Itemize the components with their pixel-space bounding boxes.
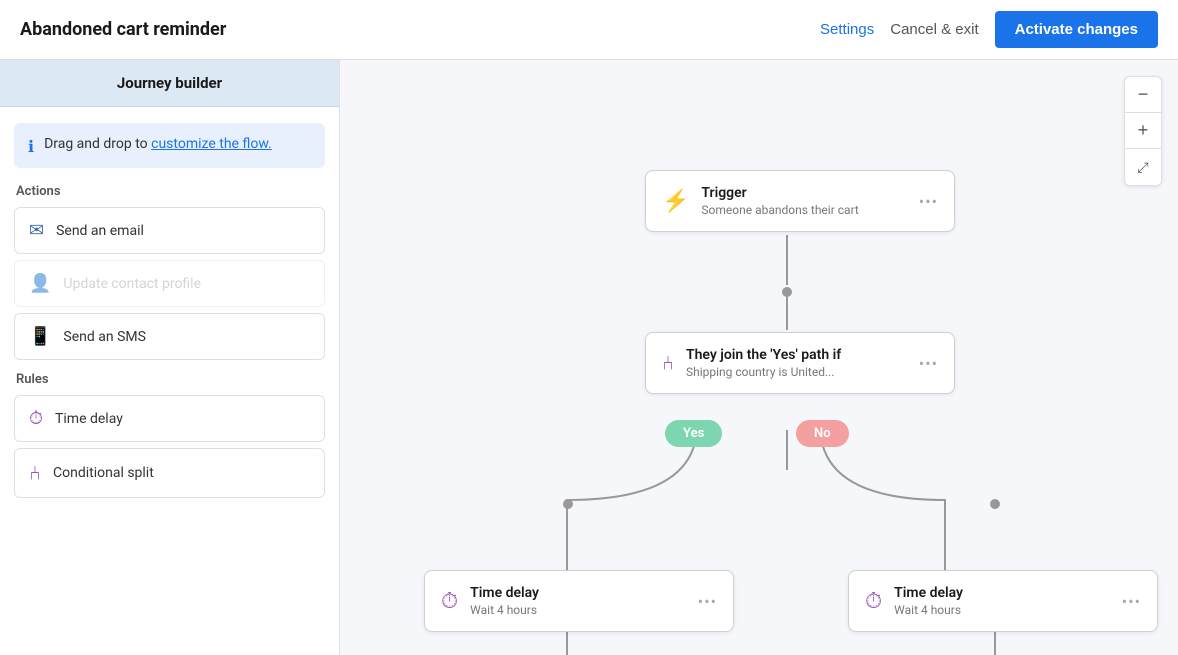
- trigger-subtitle: Someone abandons their cart: [701, 203, 906, 217]
- trigger-icon: ⚡: [662, 189, 689, 214]
- sms-icon: 📱: [29, 326, 51, 347]
- send-sms-label: Send an SMS: [63, 329, 146, 345]
- trigger-menu[interactable]: •••: [919, 192, 938, 211]
- delay-left-node[interactable]: ⏱ Time delay Wait 4 hours •••: [424, 570, 734, 632]
- delay-right-subtitle: Wait 4 hours: [894, 603, 1110, 617]
- update-contact-label: Update contact profile: [63, 276, 201, 292]
- action-update-contact: 👤 Update contact profile: [14, 260, 325, 307]
- header-actions: Settings Cancel & exit Activate changes: [820, 11, 1158, 48]
- delay-icon: ⏱: [29, 408, 43, 429]
- main-layout: Journey builder ℹ Drag and drop to custo…: [0, 60, 1178, 655]
- info-text: Drag and drop to customize the flow.: [44, 135, 272, 155]
- conditional-content: They join the 'Yes' path if Shipping cou…: [686, 347, 907, 379]
- info-icon: ℹ: [28, 137, 34, 156]
- conditional-menu[interactable]: •••: [919, 354, 938, 373]
- delay-right-icon: ⏱: [865, 589, 882, 614]
- delay-right-content: Time delay Wait 4 hours: [894, 585, 1110, 617]
- delay-left-menu[interactable]: •••: [698, 592, 717, 611]
- delay-right-node[interactable]: ⏱ Time delay Wait 4 hours •••: [848, 570, 1158, 632]
- header: Abandoned cart reminder Settings Cancel …: [0, 0, 1178, 60]
- rules-label: Rules: [16, 372, 323, 387]
- send-email-label: Send an email: [56, 223, 144, 239]
- contact-icon: 👤: [29, 273, 51, 294]
- customize-link[interactable]: customize the flow.: [151, 136, 272, 152]
- zoom-out-button[interactable]: −: [1125, 77, 1161, 113]
- connector-dot-no: [990, 499, 1000, 509]
- connector-dot-yes: [563, 499, 573, 509]
- conditional-split-label: Conditional split: [53, 465, 154, 481]
- settings-button[interactable]: Settings: [820, 21, 874, 38]
- conditional-icon: ⑃: [662, 351, 674, 375]
- conditional-subtitle: Shipping country is United...: [686, 365, 907, 379]
- delay-left-content: Time delay Wait 4 hours: [470, 585, 686, 617]
- delay-right-title: Time delay: [894, 585, 1110, 601]
- delay-right-menu[interactable]: •••: [1122, 592, 1141, 611]
- action-time-delay[interactable]: ⏱ Time delay: [14, 395, 325, 442]
- conditional-title: They join the 'Yes' path if: [686, 347, 907, 363]
- email-icon: ✉: [29, 220, 44, 241]
- sidebar-title: Journey builder: [0, 60, 339, 107]
- info-box: ℹ Drag and drop to customize the flow.: [14, 123, 325, 168]
- activate-button[interactable]: Activate changes: [995, 11, 1158, 48]
- canvas: ⚡ Trigger Someone abandons their cart ••…: [340, 60, 1178, 655]
- time-delay-label: Time delay: [55, 411, 123, 427]
- zoom-in-button[interactable]: +: [1125, 113, 1161, 149]
- conditional-node[interactable]: ⑃ They join the 'Yes' path if Shipping c…: [645, 332, 955, 394]
- fit-button[interactable]: ⤢: [1125, 149, 1161, 185]
- delay-left-icon: ⏱: [441, 589, 458, 614]
- trigger-title: Trigger: [701, 185, 906, 201]
- delay-left-subtitle: Wait 4 hours: [470, 603, 686, 617]
- page-title: Abandoned cart reminder: [20, 19, 226, 40]
- actions-label: Actions: [16, 184, 323, 199]
- action-send-sms[interactable]: 📱 Send an SMS: [14, 313, 325, 360]
- trigger-node[interactable]: ⚡ Trigger Someone abandons their cart ••…: [645, 170, 955, 232]
- no-badge[interactable]: No: [796, 420, 849, 447]
- zoom-controls: − + ⤢: [1124, 76, 1162, 186]
- cancel-button[interactable]: Cancel & exit: [890, 21, 978, 38]
- split-icon: ⑃: [29, 461, 41, 485]
- yes-badge[interactable]: Yes: [665, 420, 722, 447]
- action-send-email[interactable]: ✉ Send an email: [14, 207, 325, 254]
- delay-left-title: Time delay: [470, 585, 686, 601]
- action-conditional-split[interactable]: ⑃ Conditional split: [14, 448, 325, 498]
- sidebar: Journey builder ℹ Drag and drop to custo…: [0, 60, 340, 655]
- connector-dot-1: [782, 287, 792, 297]
- trigger-content: Trigger Someone abandons their cart: [701, 185, 906, 217]
